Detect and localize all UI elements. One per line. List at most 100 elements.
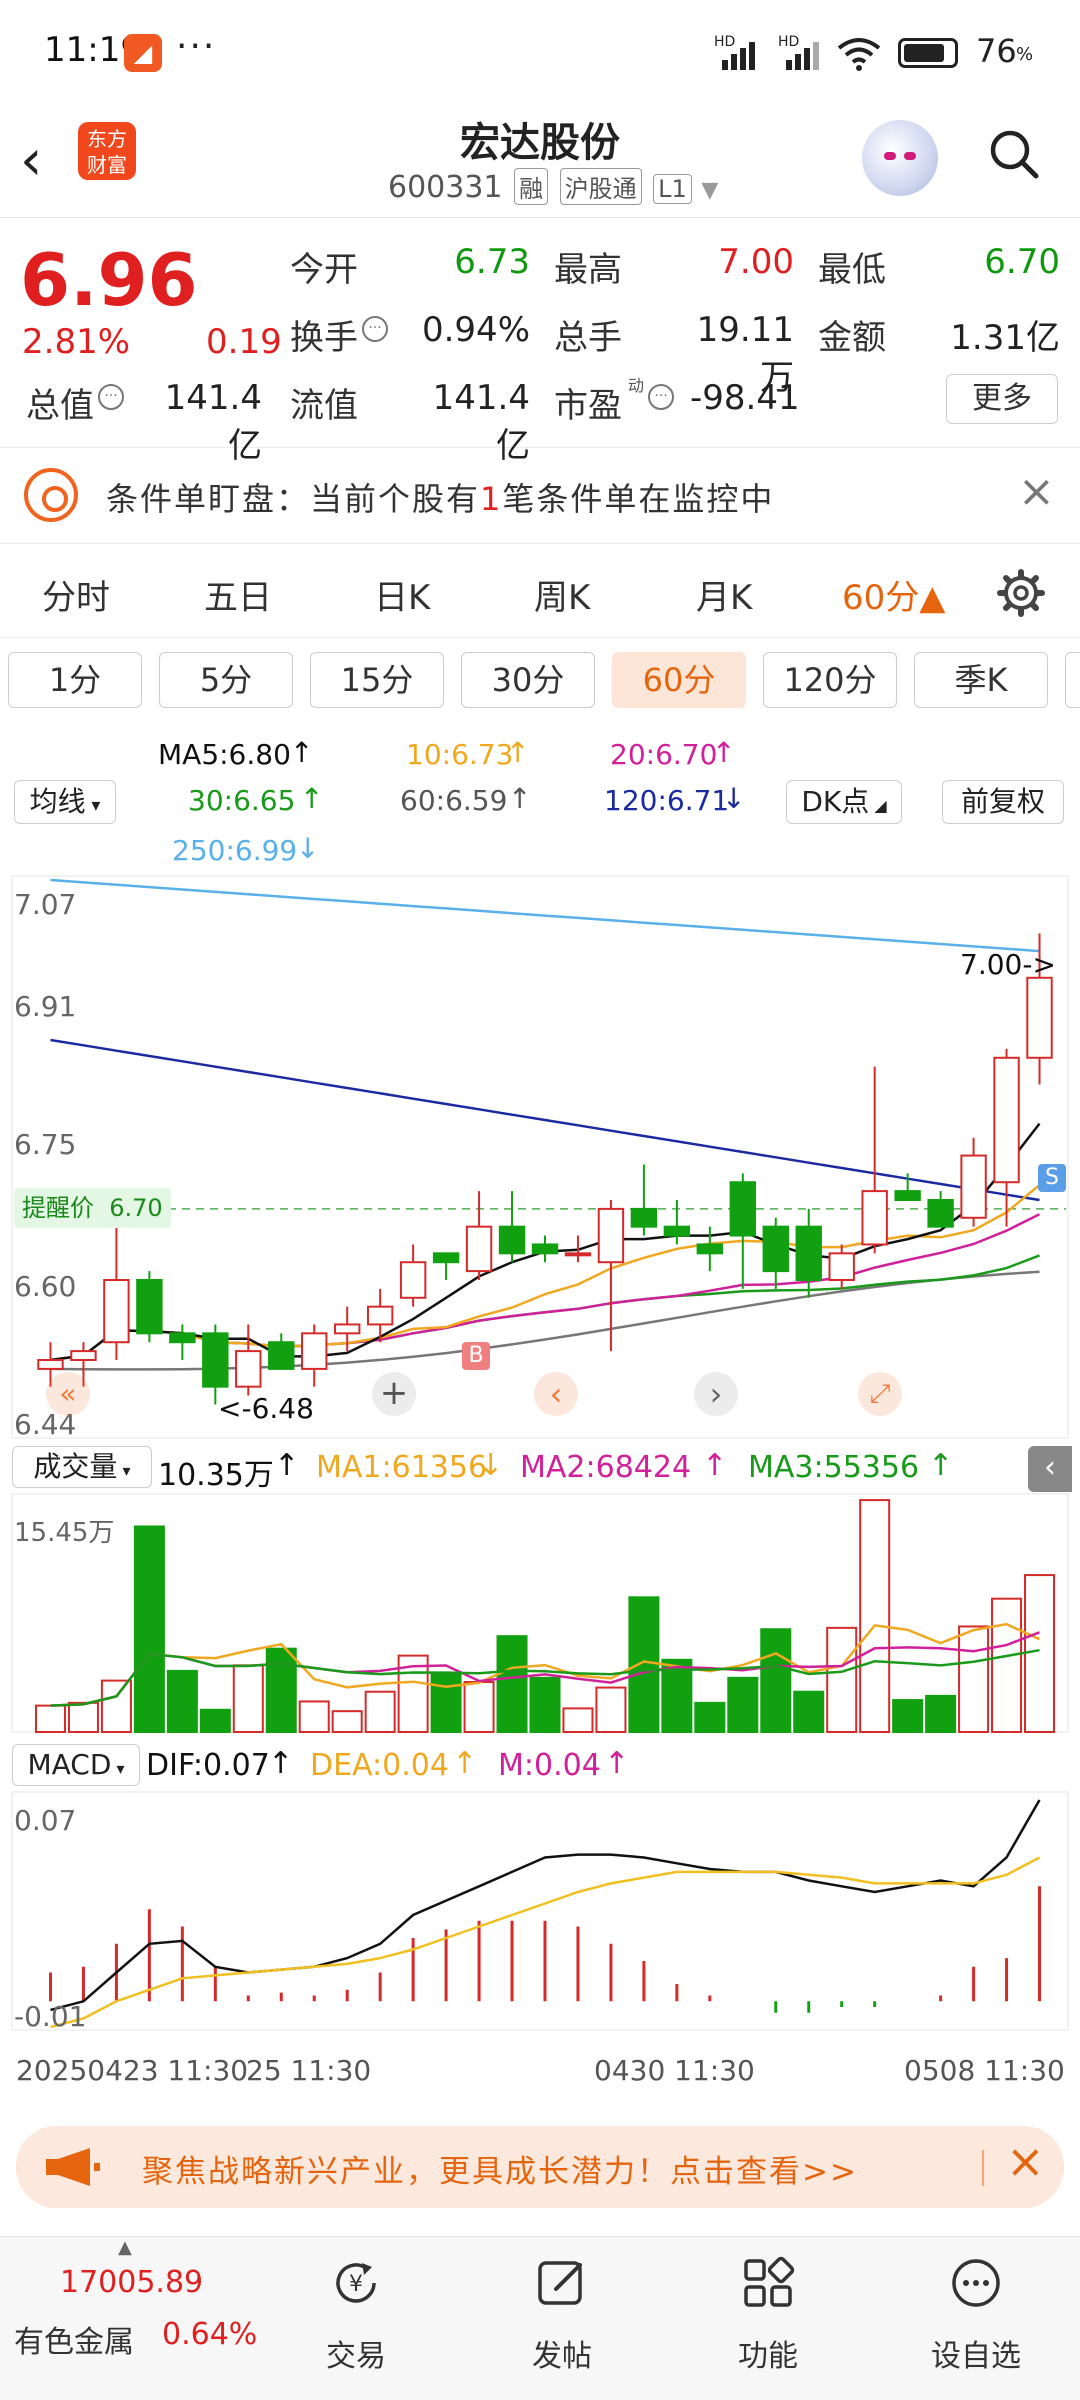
subtab-overflow[interactable] (1065, 652, 1080, 708)
logo-line-1: 东方 (87, 127, 127, 151)
high-price-mark: 7.00-> (960, 948, 1056, 981)
more-icon (952, 2259, 1000, 2307)
signal-icon-2 (786, 42, 819, 70)
nav-post-label: 发帖 (532, 2339, 592, 2374)
forward-adjust-button[interactable]: 前复权 (942, 780, 1064, 824)
search-icon[interactable] (988, 128, 1040, 180)
subtab-120min[interactable]: 120分 (763, 652, 897, 708)
tab-60min[interactable]: 60分▲ (842, 570, 945, 619)
kline-chart[interactable] (0, 874, 1080, 1440)
promo-banner[interactable]: 聚焦战略新兴产业，更具成长潜力！点击查看>> × (16, 2126, 1064, 2208)
candle-body (894, 1190, 921, 1202)
volume-selector[interactable]: 成交量 ▾ (12, 1446, 152, 1488)
candle-body (531, 1243, 559, 1255)
battery-level: 76 (976, 32, 1017, 70)
condition-order-alert[interactable]: 条件单盯盘：当前个股有1笔条件单在监控中 × (0, 448, 1080, 544)
info-icon[interactable]: ··· (362, 316, 388, 342)
ma-selector[interactable]: 均线 ▾ (14, 780, 116, 824)
tab-daily-k[interactable]: 日K (374, 570, 430, 619)
volume-bar (166, 1669, 198, 1733)
sell-marker[interactable]: S (1038, 1164, 1066, 1192)
label-low: 最低 (818, 250, 886, 290)
caret-up-icon[interactable]: ▲ (118, 2237, 132, 2258)
gear-icon[interactable] (996, 568, 1046, 618)
zoom-in-icon[interactable]: + (372, 1372, 416, 1416)
alert-text-after: 笔条件单在监控中 (502, 480, 775, 518)
stock-code: 600331 (388, 170, 503, 205)
x-label-2: 25 11:30 (246, 2054, 372, 2087)
volume-bar (892, 1699, 924, 1733)
ma60-line (50, 1270, 1040, 1371)
volume-bar (298, 1700, 330, 1734)
chevron-right-small-icon[interactable]: › (694, 1372, 738, 1416)
volume-bar (694, 1701, 726, 1734)
volume-bar (364, 1690, 396, 1734)
value-high: 7.00 (718, 242, 794, 282)
subtab-15min[interactable]: 15分 (310, 652, 444, 708)
volume-bar (826, 1626, 858, 1733)
subtab-5min[interactable]: 5分 (159, 652, 293, 708)
volume-bar (628, 1596, 660, 1733)
info-icon[interactable]: ··· (98, 384, 124, 410)
candle-body (993, 1056, 1020, 1184)
bottom-nav: ▲ 17005.89 有色金属 0.64% ¥ 交易 发帖 功能 设自选 (0, 2236, 1080, 2400)
close-icon[interactable]: × (1018, 466, 1055, 517)
subtab-30min[interactable]: 30分 (461, 652, 595, 708)
candle-body (366, 1305, 394, 1326)
label-high: 最高 (554, 250, 622, 290)
label-total-value: 总值 (26, 386, 94, 426)
value-low: 6.70 (984, 242, 1060, 282)
info-icon[interactable]: ··· (648, 384, 674, 410)
macd-chart[interactable] (0, 1790, 1080, 2032)
double-left-icon[interactable]: « (46, 1372, 90, 1416)
banner-text: 聚焦战略新兴产业，更具成长潜力！点击查看>> (142, 2154, 858, 2190)
battery-percent-sign: % (1016, 44, 1034, 65)
svg-text:¥: ¥ (349, 2272, 363, 2297)
nav-trade[interactable]: ¥ 交易 (286, 2255, 426, 2375)
alert-count: 1 (480, 480, 503, 518)
expand-icon[interactable]: ⤢ (858, 1372, 902, 1416)
candle-body (301, 1332, 328, 1370)
nav-function[interactable]: 功能 (698, 2255, 838, 2375)
change-percent: 2.81% (22, 322, 131, 362)
candle-body (828, 1252, 855, 1282)
close-icon[interactable]: × (1006, 2134, 1045, 2188)
label-turnover: 换手 (290, 318, 358, 358)
subtab-1min[interactable]: 1分 (8, 652, 142, 708)
tab-five-day[interactable]: 五日 (204, 570, 272, 619)
assistant-avatar[interactable] (862, 120, 938, 196)
nav-add-watchlist[interactable]: 设自选 (906, 2255, 1046, 2375)
volume-bar (100, 1679, 132, 1733)
candle-body (762, 1225, 789, 1273)
ma10-line (50, 1183, 1041, 1362)
collapse-panel-icon[interactable]: ‹ (1028, 1446, 1072, 1492)
chevron-left-icon[interactable]: ‹ (20, 128, 42, 193)
macd-selector[interactable]: MACD ▾ (12, 1744, 140, 1786)
chevron-left-small-icon[interactable]: ‹ (534, 1372, 578, 1416)
tag-level: L1 (653, 174, 692, 204)
subtab-60min[interactable]: 60分 (612, 652, 746, 708)
more-button[interactable]: 更多 (946, 374, 1058, 424)
volume-chart[interactable] (0, 1492, 1080, 1734)
candle-body (268, 1341, 295, 1370)
tab-weekly-k[interactable]: 周K (534, 570, 590, 619)
ma-legend: MA5:6.80 ↑ 10:6.73 ↑ 20:6.70 ↑ 均线 ▾ 30:6… (0, 724, 1080, 874)
tab-monthly-k[interactable]: 月K (696, 570, 752, 619)
stock-code-line[interactable]: 600331 融 沪股通 L1 ▼ (388, 168, 718, 205)
subtab-quarter-k[interactable]: 季K (914, 652, 1048, 708)
volume-bar (67, 1701, 99, 1734)
nav-post[interactable]: 发帖 (492, 2255, 632, 2375)
y-label-2: 6.75 (14, 1128, 77, 1161)
candle-body (927, 1199, 954, 1228)
candle-body (465, 1225, 493, 1273)
dk-point-button[interactable]: DK点 ◢ (786, 780, 902, 824)
alert-price-tag[interactable]: 提醒价 6.70 (14, 1188, 171, 1228)
x-label-1: 20250423 11:30 (16, 2054, 249, 2087)
tab-intraday[interactable]: 分时 (42, 570, 110, 619)
x-label-4: 0508 11:30 (904, 2054, 1065, 2087)
buy-marker[interactable]: B (462, 1342, 490, 1370)
caret-down-icon[interactable]: ▼ (701, 178, 718, 203)
status-more-dots: ··· (176, 26, 217, 67)
wifi-icon (837, 38, 881, 71)
eastmoney-logo: 东方 财富 (78, 122, 136, 180)
